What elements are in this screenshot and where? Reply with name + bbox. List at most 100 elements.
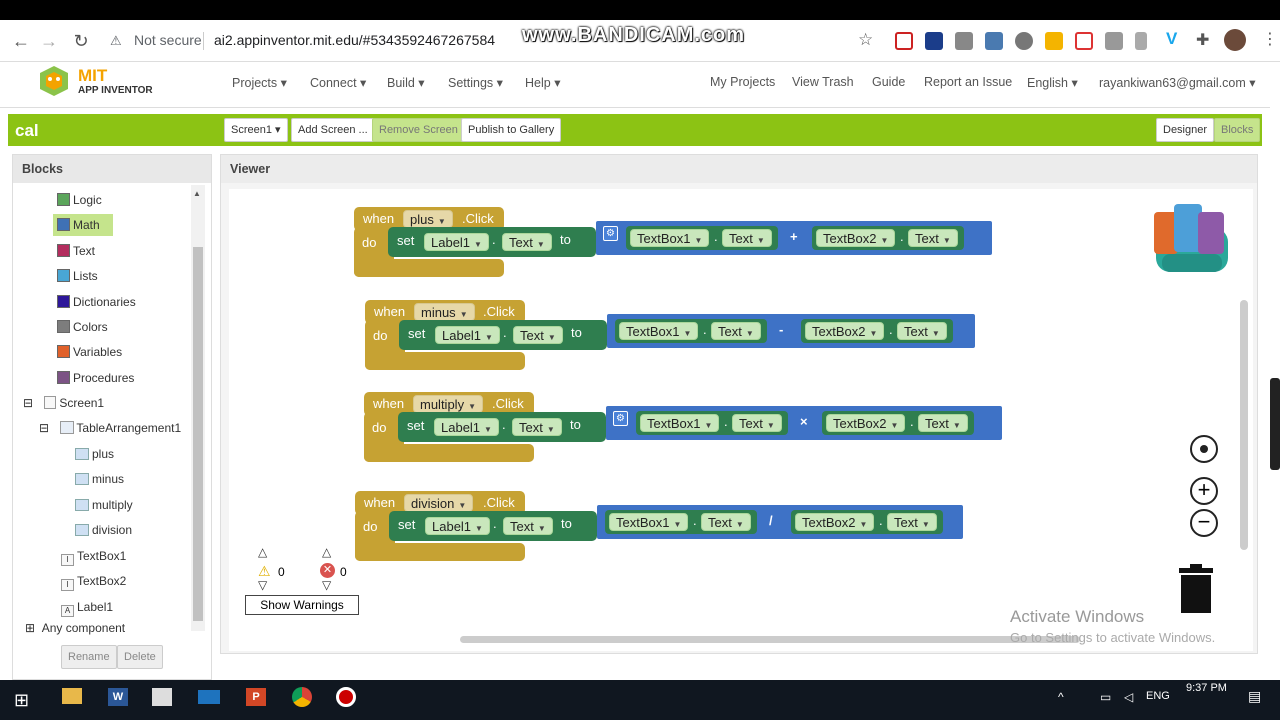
category-lists[interactable]: Lists [57,265,167,287]
textbox1-getter[interactable]: TextBox1 ▼. Text ▼ [626,226,778,250]
category-variables[interactable]: Variables [57,341,167,363]
menu-settings[interactable]: Settings ▾ [448,75,503,90]
more-menu-icon[interactable]: ⋮ [1262,29,1278,49]
show-warnings-button[interactable]: Show Warnings [245,595,359,615]
property-dropdown[interactable]: Text ▼ [918,414,968,432]
category-dictionaries[interactable]: Dictionaries [57,291,167,313]
workspace-vertical-scrollbar[interactable] [1240,300,1248,550]
property-dropdown[interactable]: Text ▼ [512,418,562,436]
menu-help[interactable]: Help ▾ [525,75,560,90]
textbox2-getter[interactable]: TextBox2 ▼. Text ▼ [812,226,964,250]
textbox2-getter[interactable]: TextBox2 ▼. Text ▼ [791,510,943,534]
screen-select-button[interactable]: Screen1 ▾ [224,118,288,142]
trash-icon[interactable] [1178,564,1214,614]
volume-icon[interactable]: ◁ [1124,690,1133,704]
button-dropdown[interactable]: division ▼ [404,494,474,512]
link-guide[interactable]: Guide [872,75,905,89]
tree-component-textbox1[interactable]: I TextBox1 [61,545,126,567]
menu-projects[interactable]: Projects ▾ [232,75,287,90]
windows-start-icon[interactable]: ⊞ [14,690,29,711]
label-component-dropdown[interactable]: Label1 ▼ [435,326,500,344]
property-dropdown[interactable]: Text ▼ [503,517,553,535]
tray-up-icon[interactable]: ^ [1058,690,1064,704]
tree-button-multiply[interactable]: multiply [75,494,133,516]
property-dropdown[interactable]: Text ▼ [732,414,782,432]
notifications-icon[interactable]: ▤ [1248,688,1261,705]
language-menu[interactable]: English ▾ [1027,75,1078,90]
blocks-workspace[interactable]: when plus ▼ .Click do set Label1 ▼. Text ▼ to ⚙ Text… [229,189,1253,651]
property-dropdown[interactable]: Text ▼ [897,322,947,340]
tree-component-textbox2[interactable]: I TextBox2 [61,570,126,592]
tree-button-division[interactable]: division [75,519,132,541]
word-icon[interactable]: W [108,688,128,706]
textbox1-getter[interactable]: TextBox1 ▼. Text ▼ [605,510,757,534]
error-down-arrow-icon[interactable]: ▽ [322,578,331,592]
backpack-icon[interactable] [1148,198,1234,282]
extension-icon[interactable] [1135,32,1147,50]
math-operation-block[interactable]: ⚙ TextBox1 ▼. Text ▼ × TextBox2 ▼. Text ▼ [606,406,1002,440]
warning-down-arrow-icon[interactable]: ▽ [258,578,267,592]
set-block[interactable]: set Label1 ▼. Text ▼ to [399,320,607,350]
mit-logo-icon[interactable] [34,64,74,98]
tree-button-plus[interactable]: plus [75,443,114,465]
textbox2-getter-dropdown[interactable]: TextBox2 ▼ [826,414,906,432]
scrollbar-thumb[interactable] [193,247,203,621]
textbox2-getter[interactable]: TextBox2 ▼. Text ▼ [822,411,974,435]
property-dropdown[interactable]: Text ▼ [502,233,552,251]
menu-connect[interactable]: Connect ▾ [310,75,366,90]
vimeo-icon[interactable]: V [1166,29,1177,49]
category-procedures[interactable]: Procedures [57,367,167,389]
extension-icon[interactable] [1015,32,1033,50]
math-operation-block[interactable]: TextBox1 ▼. Text ▼ / TextBox2 ▼. Text ▼ [597,505,963,539]
label-component-dropdown[interactable]: Label1 ▼ [425,517,490,535]
mail-icon[interactable] [198,690,220,704]
file-explorer-icon[interactable] [62,688,82,704]
property-dropdown[interactable]: Text ▼ [908,229,958,247]
extension-icon[interactable] [1105,32,1123,50]
network-icon[interactable]: ▭ [1100,690,1111,704]
left:125px;top:18px;width:700px;height:80px[interactable]: when plus ▼ .Click do set Label1 ▼. Text ▼ to ⚙ Text… [354,207,1054,287]
property-dropdown[interactable]: Text ▼ [513,326,563,344]
link-view-trash[interactable]: View Trash [792,75,854,89]
category-math[interactable]: Math [53,214,113,237]
set-block[interactable]: set Label1 ▼. Text ▼ to [389,511,597,541]
zoom-in-icon[interactable]: + [1190,477,1218,505]
forward-icon[interactable]: → [38,30,60,52]
scroll-up-icon[interactable]: ▲ [193,189,201,198]
blocks-button[interactable]: Blocks [1214,118,1261,142]
set-block[interactable]: set Label1 ▼. Text ▼ to [398,412,606,442]
math-operation-block[interactable]: ⚙ TextBox1 ▼. Text ▼ + TextBox2 ▼. Text ▼ [596,221,992,255]
menu-build[interactable]: Build ▾ [387,75,425,90]
extension-icon[interactable] [1045,32,1063,50]
set-block[interactable]: set Label1 ▼. Text ▼ to [388,227,596,257]
screenrec-tab[interactable] [1270,378,1280,470]
delete-button[interactable]: Delete [117,645,163,669]
category-text[interactable]: Text [57,240,167,262]
link-my-projects[interactable]: My Projects [710,75,775,89]
textbox1-getter-dropdown[interactable]: TextBox1 ▼ [630,229,710,247]
tree-tablearrangement1[interactable]: ⊟ TableArrangement1 [39,417,181,439]
link-report-issue[interactable]: Report an Issue [924,75,1012,89]
extension-icon[interactable] [925,32,943,50]
powerpoint-icon[interactable]: P [246,688,266,706]
button-dropdown[interactable]: multiply ▼ [413,395,483,413]
category-logic[interactable]: Logic [57,189,167,211]
tree-button-minus[interactable]: minus [75,468,124,490]
workspace-horizontal-scrollbar[interactable] [460,636,1080,643]
url-field[interactable]: ai2.appinventor.mit.edu/#534359246726758… [214,32,495,48]
store-icon[interactable] [152,688,172,706]
property-dropdown[interactable]: Text ▼ [887,513,937,531]
error-up-arrow-icon[interactable]: △ [322,545,331,559]
property-dropdown[interactable]: Text ▼ [722,229,772,247]
rename-button[interactable]: Rename [61,645,117,669]
label-component-dropdown[interactable]: Label1 ▼ [424,233,489,251]
warning-up-arrow-icon[interactable]: △ [258,545,267,559]
textbox2-getter-dropdown[interactable]: TextBox2 ▼ [805,322,885,340]
recenter-icon[interactable] [1190,435,1218,463]
extension-icon[interactable] [955,32,973,50]
language-indicator[interactable]: ENG [1146,690,1170,702]
back-icon[interactable]: ← [10,30,32,52]
bookmark-star-icon[interactable]: ☆ [858,30,873,50]
left:135px;top:203px;width:700px;height:80px[interactable]: when multiply ▼ .Click do set Label1 ▼. Text ▼ to ⚙… [364,392,1064,472]
designer-button[interactable]: Designer [1156,118,1215,142]
